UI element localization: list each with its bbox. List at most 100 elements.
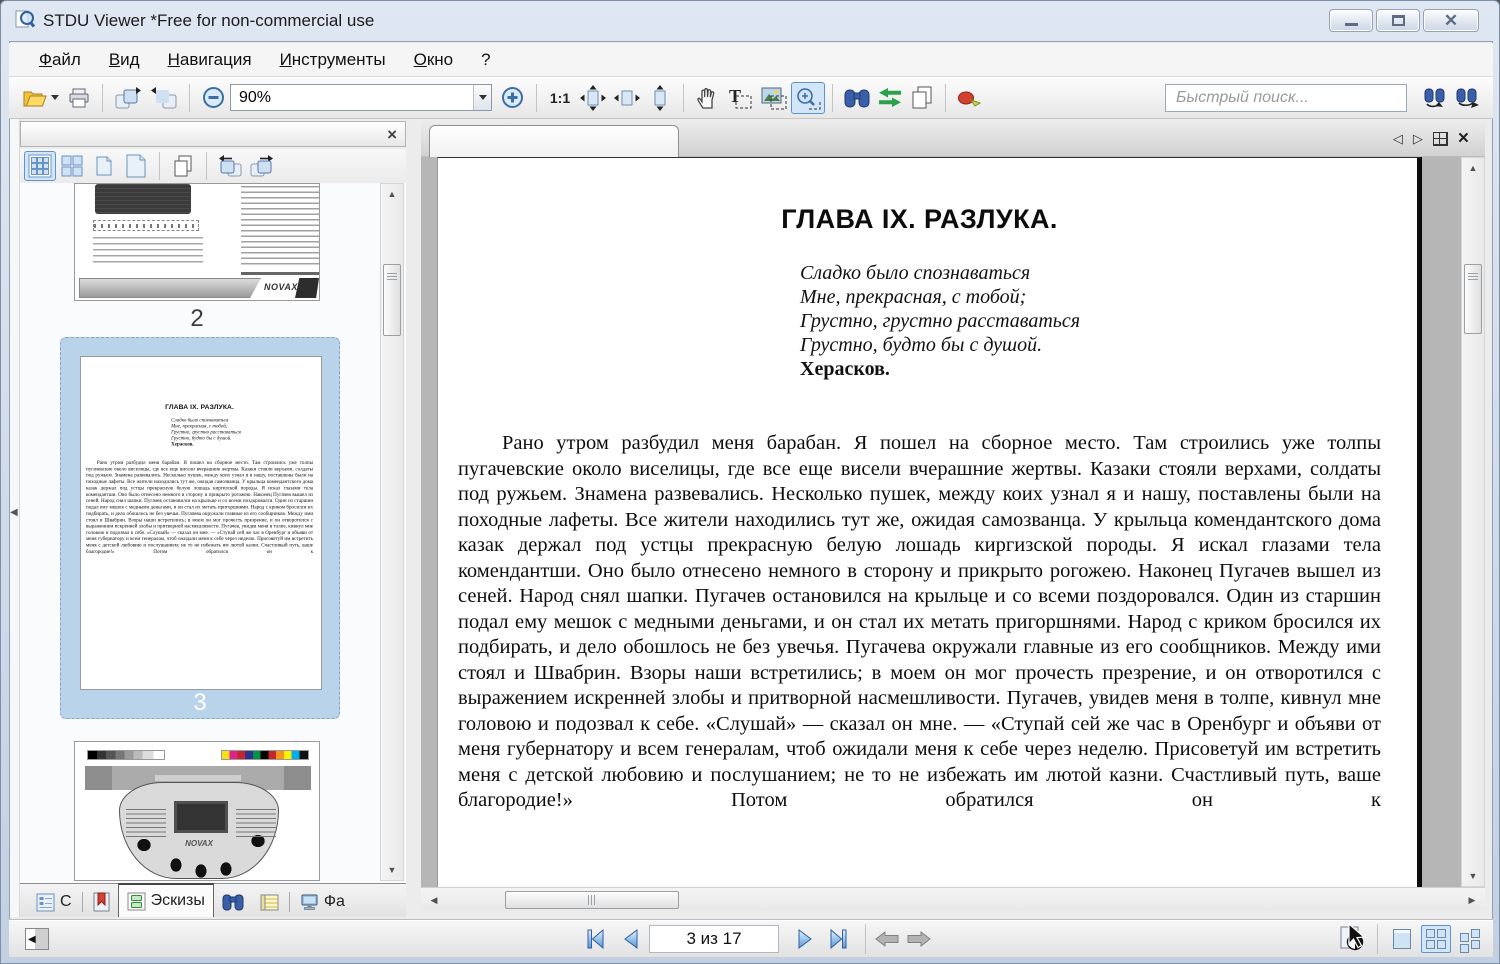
scrollbar-thumb[interactable] — [383, 264, 401, 336]
copy-pages-button[interactable] — [906, 82, 938, 114]
actual-size-button[interactable]: 1:1 — [544, 82, 576, 114]
document-viewport[interactable]: ГЛАВА IX. РАЗЛУКА. Сладко было спознават… — [421, 157, 1485, 887]
quick-search-input[interactable] — [1165, 84, 1407, 112]
fit-width-button[interactable] — [610, 82, 644, 114]
mini-epigraph-author: Херасков. — [171, 441, 313, 447]
page-indicator[interactable] — [649, 925, 779, 953]
import-page-button[interactable] — [146, 82, 182, 114]
document-horizontal-scrollbar[interactable]: ◀ ▶ — [421, 887, 1485, 911]
print-button[interactable] — [63, 82, 95, 114]
panel-close-button[interactable]: × — [379, 126, 405, 143]
zoom-out-button[interactable] — [197, 82, 230, 114]
panel-collapse-gutter[interactable]: ◀ — [10, 119, 20, 917]
menubar: Файл Вид Навигация Инструменты Окно ? — [9, 43, 1493, 77]
image-select-tool-button[interactable] — [757, 82, 791, 114]
layout-grid-button[interactable] — [1421, 925, 1451, 953]
previous-page-button[interactable] — [617, 925, 645, 953]
compare-pages-button[interactable] — [874, 82, 906, 114]
export-page-button[interactable] — [110, 82, 146, 114]
layout-single-page-button[interactable] — [1387, 925, 1417, 953]
history-back-button[interactable] — [873, 925, 901, 953]
binoculars-icon — [844, 88, 870, 108]
tab-close-button[interactable]: × — [1458, 129, 1469, 148]
menu-tools[interactable]: Инструменты — [266, 45, 400, 75]
thumbnail-page-4[interactable]: NOVAX — [74, 741, 320, 881]
copy-pages-icon — [911, 86, 933, 109]
computer-icon — [300, 894, 319, 911]
tab-thumbnails[interactable]: Эскизы — [118, 883, 214, 917]
scrollbar-thumb[interactable] — [1464, 264, 1482, 334]
scroll-down-button[interactable]: ▼ — [1462, 866, 1484, 886]
scrollbar-thumb[interactable] — [505, 891, 679, 909]
find-button[interactable] — [840, 82, 874, 114]
hide-panel-button[interactable]: ◀ — [25, 928, 49, 950]
scrollbar-grip — [387, 273, 397, 282]
copy-page-button[interactable] — [167, 151, 199, 181]
scroll-up-button[interactable]: ▲ — [1462, 158, 1484, 178]
scrollbar-grip — [588, 895, 597, 905]
history-forward-icon — [906, 930, 932, 948]
open-file-button[interactable] — [19, 82, 63, 114]
tab-scroll-right-button[interactable]: ▷ — [1413, 131, 1423, 147]
text-select-tool-button[interactable]: T — [723, 82, 757, 114]
zoom-select-tool-button[interactable] — [791, 82, 825, 114]
layout-continuous-button[interactable] — [1455, 925, 1485, 953]
tab-pages-list[interactable] — [252, 887, 287, 917]
fit-page-button[interactable] — [576, 82, 610, 114]
next-page-icon — [793, 927, 817, 951]
first-page-button[interactable] — [581, 925, 609, 953]
view-small-page-button[interactable] — [88, 151, 120, 181]
page2-warning-box — [93, 220, 199, 231]
epigraph-line: Грустно, грустно расставаться — [800, 309, 1381, 333]
scroll-right-button[interactable]: ▶ — [1461, 889, 1483, 911]
history-forward-button[interactable] — [905, 925, 933, 953]
tab-bookmarks[interactable] — [85, 887, 118, 917]
menu-window[interactable]: Окно — [400, 45, 468, 75]
menu-help[interactable]: ? — [467, 45, 504, 75]
menu-file[interactable]: Файл — [25, 45, 95, 75]
scroll-up-button[interactable]: ▲ — [381, 184, 403, 204]
view-two-pages-button[interactable] — [56, 151, 88, 181]
view-grid-button[interactable] — [24, 151, 56, 181]
page2-footer-shape — [295, 278, 319, 298]
close-button[interactable]: ✕ — [1423, 9, 1479, 32]
last-page-button[interactable] — [825, 925, 853, 953]
document-tab[interactable] — [429, 125, 679, 157]
page3-preview-text: ГЛАВА IX. РАЗЛУКА. Сладко было спознават… — [81, 403, 322, 555]
zoom-dropdown-button[interactable] — [473, 85, 491, 110]
thumbnail-page-3-selected[interactable]: ГЛАВА IX. РАЗЛУКА. Сладко было спознават… — [60, 337, 340, 719]
view-large-page-button[interactable] — [120, 151, 152, 181]
tab-list-button[interactable] — [1433, 132, 1448, 146]
next-page-button[interactable] — [791, 925, 819, 953]
find-next-button[interactable] — [1451, 82, 1483, 114]
minimize-button[interactable] — [1329, 9, 1373, 32]
highlight-tool-button[interactable] — [953, 82, 987, 114]
zoom-in-button[interactable] — [496, 82, 529, 114]
find-previous-button[interactable] — [1419, 82, 1451, 114]
grid-2x2-icon — [60, 154, 84, 178]
bookmark-icon — [93, 892, 110, 912]
zoom-level-input[interactable] — [231, 89, 473, 107]
rotate-left-button[interactable] — [214, 151, 246, 181]
fit-height-button[interactable] — [644, 82, 676, 114]
titlebar: STDU Viewer *Free for non-commercial use… — [1, 1, 1500, 41]
scroll-down-button[interactable]: ▼ — [381, 860, 403, 880]
maximize-button[interactable] — [1376, 9, 1420, 32]
tab-files[interactable]: Фа — [292, 887, 353, 917]
document-vertical-scrollbar[interactable]: ▲ ▼ — [1461, 157, 1485, 887]
tab-contents[interactable]: С — [28, 887, 80, 917]
thumbnail-page-2[interactable]: NOVAX — [74, 183, 320, 301]
tab-scroll-left-button[interactable]: ◁ — [1393, 131, 1403, 147]
fit-width-icon — [614, 86, 640, 110]
tab-search[interactable] — [214, 887, 252, 917]
thumbnails-scrollbar[interactable]: ▲ ▼ — [380, 183, 404, 881]
page-2-number: 2 — [74, 305, 320, 333]
epigraph-line: Грустно, будто бы с душой. — [800, 333, 1381, 357]
menu-navigation[interactable]: Навигация — [154, 45, 266, 75]
menu-view[interactable]: Вид — [95, 45, 154, 75]
hand-tool-button[interactable] — [691, 82, 723, 114]
epigraph: Сладко было спознаваться Мне, прекрасная… — [800, 261, 1381, 357]
arrow-down-icon: ▼ — [1469, 871, 1478, 881]
scroll-left-button[interactable]: ◀ — [423, 889, 445, 911]
rotate-right-button[interactable] — [246, 151, 278, 181]
